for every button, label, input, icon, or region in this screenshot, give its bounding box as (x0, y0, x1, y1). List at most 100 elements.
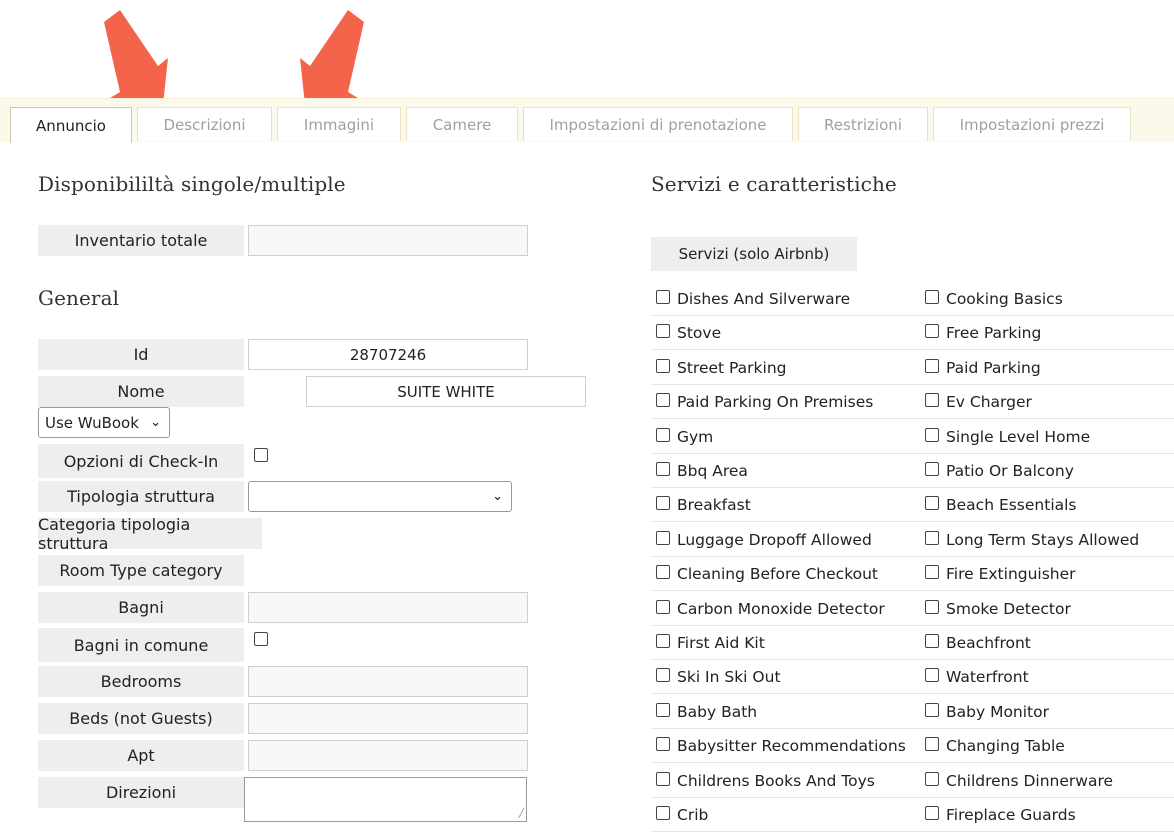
service-label: Childrens Dinnerware (946, 771, 1114, 790)
service-checkbox-item[interactable]: Stove (656, 316, 721, 350)
checkbox[interactable] (925, 530, 939, 545)
checkbox[interactable] (925, 737, 939, 752)
inventory-input[interactable] (248, 225, 528, 256)
id-field[interactable]: 28707246 (248, 339, 528, 370)
checkbox[interactable] (656, 737, 670, 752)
service-checkbox-item[interactable]: Gym (656, 420, 713, 454)
checkbox[interactable] (656, 496, 670, 511)
checkbox[interactable] (656, 565, 670, 580)
service-checkbox-item[interactable]: Free Parking (925, 316, 1041, 350)
services-row: Crib Fireplace Guards (651, 798, 1174, 832)
checkbox[interactable] (925, 427, 939, 442)
service-checkbox-item[interactable]: Fireplace Guards (925, 798, 1076, 832)
service-checkbox-item[interactable]: Breakfast (656, 488, 751, 522)
service-checkbox-item[interactable]: Beach Essentials (925, 488, 1077, 522)
apt-input[interactable] (248, 740, 528, 771)
service-checkbox-item[interactable]: Crib (656, 798, 708, 832)
checkbox[interactable] (656, 702, 670, 717)
service-checkbox-item[interactable]: Single Level Home (925, 420, 1090, 454)
checkbox[interactable] (656, 393, 670, 408)
tab-annuncio[interactable]: Annuncio (10, 107, 132, 143)
checkbox[interactable] (925, 496, 939, 511)
checkbox[interactable] (656, 668, 670, 683)
service-checkbox-item[interactable]: Ski In Ski Out (656, 660, 781, 694)
checkbox[interactable] (656, 358, 670, 373)
service-checkbox-item[interactable]: Cleaning Before Checkout (656, 557, 878, 591)
service-checkbox-item[interactable]: Paid Parking (925, 351, 1041, 385)
service-label: Cleaning Before Checkout (677, 565, 879, 584)
checkbox[interactable] (925, 702, 939, 717)
services-row: Ski In Ski Out Waterfront (651, 660, 1174, 695)
checkbox[interactable] (925, 324, 939, 339)
checkbox[interactable] (656, 427, 670, 442)
service-checkbox-item[interactable]: Babysitter Recommendations (656, 729, 906, 763)
checkbox[interactable] (925, 806, 939, 820)
service-checkbox-item[interactable]: Patio Or Balcony (925, 454, 1074, 488)
checkbox[interactable] (656, 634, 670, 648)
checkbox[interactable] (925, 290, 939, 304)
service-checkbox-item[interactable]: Dishes And Silverware (656, 282, 850, 316)
checkbox[interactable] (925, 634, 939, 648)
checkbox[interactable] (925, 668, 939, 683)
service-checkbox-item[interactable]: Childrens Books And Toys (656, 764, 875, 798)
checkbox[interactable] (656, 599, 670, 614)
checkin-checkbox[interactable] (254, 448, 268, 462)
service-label: Stove (677, 324, 722, 343)
checkbox[interactable] (925, 565, 939, 580)
checkbox[interactable] (656, 324, 670, 339)
service-checkbox-item[interactable]: Beachfront (925, 626, 1031, 660)
checkbox[interactable] (656, 806, 670, 820)
service-label: Baby Monitor (946, 702, 1049, 721)
checkbox[interactable] (925, 771, 939, 786)
service-label: Waterfront (946, 668, 1029, 687)
service-checkbox-item[interactable]: First Aid Kit (656, 626, 765, 660)
checkbox[interactable] (656, 290, 670, 304)
tab-immagini[interactable]: Immagini (277, 107, 401, 141)
checkbox[interactable] (925, 393, 939, 408)
checkbox[interactable] (656, 771, 670, 786)
apt-label: Apt (38, 740, 244, 771)
checkbox[interactable] (925, 358, 939, 373)
service-checkbox-item[interactable]: Luggage Dropoff Allowed (656, 523, 872, 557)
service-checkbox-item[interactable]: Smoke Detector (925, 592, 1071, 626)
service-checkbox-item[interactable]: Bbq Area (656, 454, 748, 488)
name-field[interactable]: SUITE WHITE (306, 376, 586, 407)
service-checkbox-item[interactable]: Carbon Monoxide Detector (656, 592, 885, 626)
service-checkbox-item[interactable]: Childrens Dinnerware (925, 764, 1113, 798)
service-label: Ev Charger (946, 393, 1032, 412)
directions-textarea[interactable]: ╱ (244, 777, 527, 822)
service-checkbox-item[interactable]: Cooking Basics (925, 282, 1063, 316)
bathrooms-label: Bagni (38, 592, 244, 623)
service-checkbox-item[interactable]: Ev Charger (925, 385, 1032, 419)
tab-impostazioni-prenotazione[interactable]: Impostazioni di prenotazione (523, 107, 793, 141)
name-mode-value: Use WuBook (45, 413, 139, 432)
bedrooms-input[interactable] (248, 666, 528, 697)
service-checkbox-item[interactable]: Street Parking (656, 351, 787, 385)
checkbox[interactable] (656, 530, 670, 545)
service-checkbox-item[interactable]: Long Term Stays Allowed (925, 523, 1139, 557)
service-checkbox-item[interactable]: Changing Table (925, 729, 1065, 763)
checkbox[interactable] (925, 462, 939, 476)
beds-input[interactable] (248, 703, 528, 734)
bathrooms-input[interactable] (248, 592, 528, 623)
service-checkbox-item[interactable]: Baby Monitor (925, 695, 1049, 729)
service-label: Ski In Ski Out (677, 668, 781, 687)
resize-grip-icon[interactable]: ╱ (519, 809, 524, 819)
tab-impostazioni-prezzi[interactable]: Impostazioni prezzi (933, 107, 1131, 141)
tab-camere[interactable]: Camere (406, 107, 518, 141)
structure-type-select[interactable]: ⌄ (248, 481, 512, 512)
checkbox[interactable] (656, 462, 670, 476)
service-label: Cooking Basics (946, 290, 1063, 308)
service-checkbox-item[interactable]: Waterfront (925, 660, 1029, 694)
services-row: Stove Free Parking (651, 316, 1174, 351)
name-mode-select[interactable]: Use WuBook ⌄ (38, 407, 170, 438)
service-label: Paid Parking (946, 358, 1041, 377)
tab-restrizioni[interactable]: Restrizioni (798, 107, 928, 141)
shared-bathrooms-checkbox[interactable] (254, 632, 268, 646)
services-airbnb-button[interactable]: Servizi (solo Airbnb) (651, 237, 857, 271)
service-checkbox-item[interactable]: Paid Parking On Premises (656, 385, 873, 419)
service-checkbox-item[interactable]: Baby Bath (656, 695, 757, 729)
checkbox[interactable] (925, 599, 939, 614)
service-checkbox-item[interactable]: Fire Extinguisher (925, 557, 1076, 591)
tab-descrizioni[interactable]: Descrizioni (137, 107, 272, 141)
